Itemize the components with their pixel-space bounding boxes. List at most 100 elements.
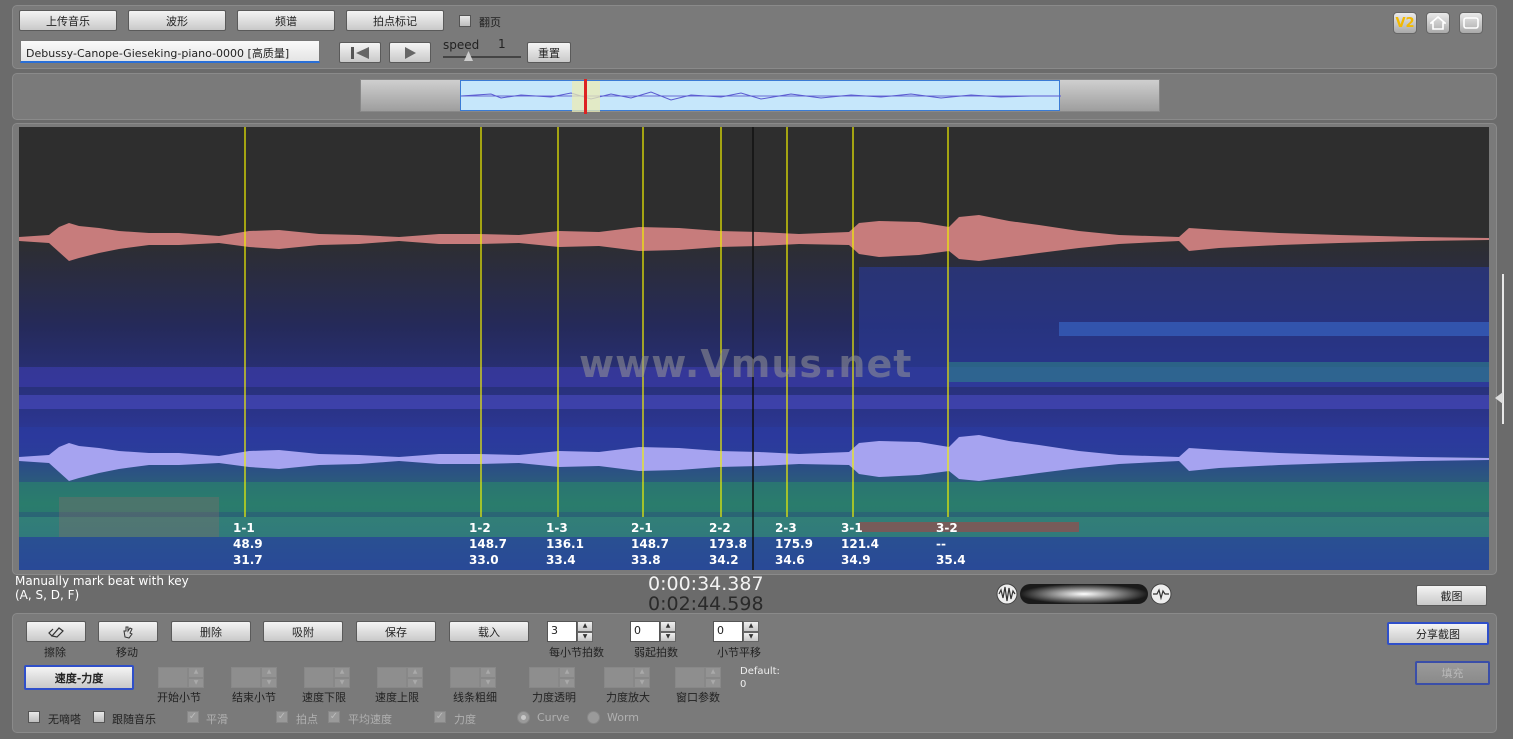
upload-music-button[interactable]: 上传音乐 <box>19 10 117 31</box>
reset-button[interactable]: 重置 <box>527 42 571 63</box>
track-name-field[interactable]: Debussy-Canope-Gieseking-piano-0000 [高质量… <box>20 40 320 63</box>
erase-button[interactable] <box>26 621 86 642</box>
beat-time: 33.4 <box>546 553 576 567</box>
beat-time: 33.0 <box>469 553 499 567</box>
beat-label: 2-2 <box>709 521 731 535</box>
stepper-down-icon[interactable]: ▼ <box>577 631 593 642</box>
spectrogram-view[interactable]: www.Vmus.net 1-1 48.9 31.7 1-2 148.7 33.0 1-3 1… <box>19 127 1489 570</box>
beat-time: 35.4 <box>936 553 966 567</box>
beat-label: 1-1 <box>233 521 255 535</box>
start-bar-label: 开始小节 <box>157 691 201 704</box>
beat-marker-label[interactable]: 1-1 48.9 31.7 <box>233 520 263 568</box>
dynamics-checkbox: ✓ <box>434 711 446 723</box>
pickup-beats-label: 弱起拍数 <box>634 646 678 659</box>
worm-radio <box>587 711 600 724</box>
main-panel: www.Vmus.net 1-1 48.9 31.7 1-2 148.7 33.0 1-3 1… <box>12 123 1504 575</box>
overview-playhead[interactable] <box>584 79 587 114</box>
beat-tempo: -- <box>936 537 946 551</box>
window-param-label: 窗口参数 <box>676 691 720 704</box>
play-button[interactable] <box>389 42 431 63</box>
current-time: 0:00:34.387 <box>648 573 764 595</box>
eraser-icon <box>48 626 64 638</box>
follow-music-checkbox[interactable] <box>93 711 105 723</box>
speed-slider[interactable] <box>443 51 521 61</box>
beat-marker-label[interactable]: 1-3 136.1 33.4 <box>546 520 584 568</box>
worm-label: Worm <box>607 711 640 724</box>
screenshot-button[interactable]: 截图 <box>1416 585 1487 606</box>
total-time: 0:02:44.598 <box>648 593 764 615</box>
follow-music-label: 跟随音乐 <box>112 713 156 726</box>
dyn-zoom-stepper: ▲ ▼ <box>604 667 650 688</box>
hint-line1: Manually mark beat with key <box>15 574 189 588</box>
beat-mark-button[interactable]: 拍点标记 <box>346 10 444 31</box>
fullscreen-icon <box>1463 17 1479 29</box>
beat-marker-label[interactable]: 3-1 121.4 34.9 <box>841 520 879 568</box>
beat-marker-label[interactable]: 2-1 148.7 33.8 <box>631 520 669 568</box>
beat-tempo: 173.8 <box>709 537 747 551</box>
end-bar-stepper: ▲ ▼ <box>231 667 277 688</box>
stepper-down-icon[interactable]: ▼ <box>743 631 759 642</box>
beat-label: 2-1 <box>631 521 653 535</box>
bar-offset-label: 小节平移 <box>717 646 761 659</box>
volume-waveform-icon <box>996 583 1172 605</box>
overview-panel <box>12 73 1497 120</box>
beat-marker-label[interactable]: 2-2 173.8 34.2 <box>709 520 747 568</box>
beat-tempo: 175.9 <box>775 537 813 551</box>
zoom-handle[interactable] <box>1495 392 1503 404</box>
volume-control[interactable] <box>996 582 1172 606</box>
curve-label: Curve <box>537 711 570 724</box>
tempo-dynamics-button[interactable]: 速度-力度 <box>24 665 134 690</box>
stepper-down-icon[interactable]: ▼ <box>660 631 676 642</box>
beat-marker-label[interactable]: 1-2 148.7 33.0 <box>469 520 507 568</box>
waveform-button[interactable]: 波形 <box>128 10 226 31</box>
stepper-up-icon[interactable]: ▲ <box>577 621 593 632</box>
overview-viewport[interactable] <box>460 79 1061 114</box>
beats-per-bar-stepper[interactable]: 3 ▲ ▼ <box>547 621 593 642</box>
bar-offset-stepper[interactable]: 0 ▲ ▼ <box>713 621 759 642</box>
load-button[interactable]: 载入 <box>449 621 529 642</box>
home-button[interactable] <box>1426 12 1450 34</box>
rewind-button[interactable] <box>339 42 381 63</box>
share-screenshot-button[interactable]: 分享截图 <box>1387 622 1489 645</box>
bar-offset-value[interactable]: 0 <box>713 621 743 642</box>
stepper-up-icon[interactable]: ▲ <box>743 621 759 632</box>
beat-marker-label[interactable]: 3-2 -- 35.4 <box>936 520 966 568</box>
pickup-beats-stepper[interactable]: 0 ▲ ▼ <box>630 621 676 642</box>
fill-button[interactable]: 填充 <box>1415 661 1490 685</box>
move-button[interactable] <box>98 621 158 642</box>
overview-waveform <box>461 91 1061 101</box>
page-flip-label: 翻页 <box>479 16 501 29</box>
hand-icon <box>123 626 133 639</box>
snap-button[interactable]: 吸附 <box>263 621 343 642</box>
tempo-max-stepper: ▲ ▼ <box>377 667 423 688</box>
smooth-checkbox: ✓ <box>187 711 199 723</box>
pickup-beats-value[interactable]: 0 <box>630 621 660 642</box>
beat-tempo: 121.4 <box>841 537 879 551</box>
spectrum-button[interactable]: 频谱 <box>237 10 335 31</box>
beats-per-bar-value[interactable]: 3 <box>547 621 577 642</box>
speed-slider-thumb[interactable] <box>464 51 473 61</box>
move-label: 移动 <box>116 646 138 659</box>
delete-button[interactable]: 删除 <box>171 621 251 642</box>
page-flip-checkbox[interactable] <box>459 15 471 27</box>
home-icon <box>1430 16 1446 30</box>
beat-time: 33.8 <box>631 553 661 567</box>
v2-badge[interactable]: V2 <box>1393 12 1417 34</box>
default-value: 0 <box>740 679 747 690</box>
tempo-min-label: 速度下限 <box>302 691 346 704</box>
stepper-up-icon[interactable]: ▲ <box>660 621 676 632</box>
line-width-label: 线条粗细 <box>453 691 497 704</box>
erase-label: 擦除 <box>44 646 66 659</box>
beat-marker-label[interactable]: 2-3 175.9 34.6 <box>775 520 813 568</box>
beat-label: 3-1 <box>841 521 863 535</box>
beat-label: 1-2 <box>469 521 491 535</box>
window-param-stepper: ▲ ▼ <box>675 667 721 688</box>
overview-track[interactable] <box>360 79 1160 114</box>
fullscreen-button[interactable] <box>1459 12 1483 34</box>
v2-badge-text: V2 <box>1395 15 1415 31</box>
no-whistle-checkbox[interactable] <box>28 711 40 723</box>
top-toolbar: 上传音乐 波形 频谱 拍点标记 翻页 Debussy-Canope-Giesek… <box>12 5 1497 69</box>
curve-radio <box>517 711 530 724</box>
start-bar-stepper: ▲ ▼ <box>158 667 204 688</box>
save-button[interactable]: 保存 <box>356 621 436 642</box>
